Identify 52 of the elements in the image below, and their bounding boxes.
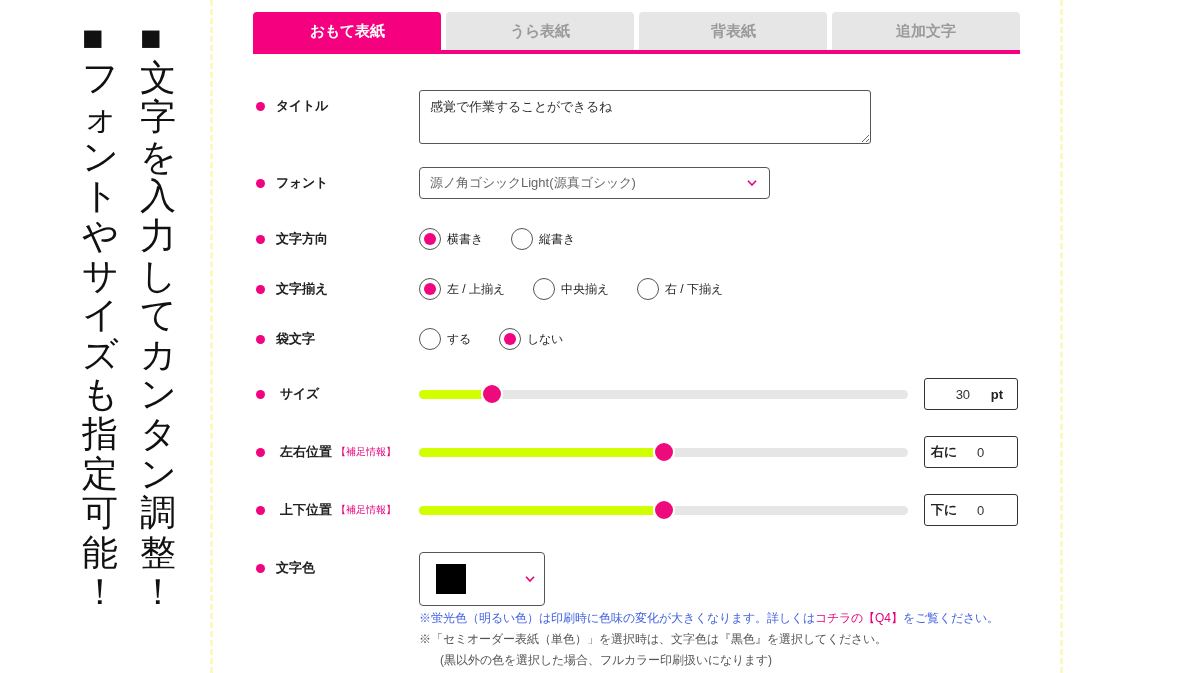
radio-button[interactable] (419, 228, 441, 250)
radio-button[interactable] (533, 278, 555, 300)
chevron-down-icon (747, 180, 757, 186)
info-link[interactable]: 【補足情報】 (336, 445, 396, 459)
bullet-icon (256, 234, 265, 244)
bullet-icon (256, 447, 265, 457)
field-label: 上下位置 (280, 501, 332, 519)
chevron-down-icon (525, 576, 535, 582)
faq-link[interactable]: コチラの【Q4】 (815, 611, 903, 625)
radio-button[interactable] (499, 328, 521, 350)
field-label: 文字方向 (276, 230, 328, 248)
radio-label: 右 / 下揃え (665, 280, 724, 298)
field-label: サイズ (280, 385, 319, 403)
slider-thumb[interactable] (481, 383, 504, 405)
bullet-icon (256, 178, 265, 188)
field-label: フォント (276, 174, 328, 192)
notice-text: ※蛍光色（明るい色）は印刷時に色味の変化が大きくなります。詳しくは コチラの【Q4】をご覧ください。 (419, 610, 1000, 627)
text-area-field[interactable]: 感覚で作業することができるね (419, 90, 871, 144)
field-label: 左右位置 (280, 443, 332, 461)
bullet-icon (256, 563, 265, 573)
bullet-icon (256, 334, 265, 344)
bullet-icon (256, 101, 265, 111)
slider-thumb[interactable] (652, 441, 675, 463)
field-label: 袋文字 (276, 330, 315, 348)
color-dropdown[interactable] (419, 552, 545, 606)
radio-label: 左 / 上揃え (447, 280, 505, 298)
number-field[interactable]: 30 pt (924, 378, 1018, 410)
slider-thumb[interactable] (652, 499, 675, 521)
headline-text: ■フォントやサイズも指定可能！ (82, 18, 118, 612)
field-label: 文字揃え (276, 280, 328, 298)
radio-label: しない (527, 330, 563, 348)
radio-button[interactable] (511, 228, 533, 250)
bullet-icon (256, 389, 265, 399)
tab[interactable]: おもて表紙 (253, 12, 441, 50)
notice-text: ※「セミオーダー表紙（単色）」を選択時は、文字色は『黒色』を選択してください。 (419, 631, 888, 648)
radio-label: 横書き (447, 230, 483, 248)
bullet-icon (256, 284, 265, 294)
radio-label: 中央揃え (561, 280, 609, 298)
radio-label: 縦書き (539, 230, 575, 248)
info-link[interactable]: 【補足情報】 (336, 503, 396, 517)
headline-text: ■文字を入力してカンタン調整！ (140, 18, 176, 612)
radio-button[interactable] (419, 278, 441, 300)
field-label: タイトル (276, 97, 328, 115)
radio-button[interactable] (637, 278, 659, 300)
number-field[interactable]: 右に 0 (924, 436, 1018, 468)
number-field[interactable]: 下に 0 (924, 494, 1018, 526)
field-label: 文字色 (276, 559, 315, 577)
radio-label: する (447, 330, 471, 348)
font-dropdown[interactable]: 源ノ角ゴシックLight(源真ゴシック) (419, 167, 770, 199)
bullet-icon (256, 505, 265, 515)
notice-text: (黒以外の色を選択した場合、フルカラー印刷扱いになります) (439, 652, 773, 669)
radio-button[interactable] (419, 328, 441, 350)
